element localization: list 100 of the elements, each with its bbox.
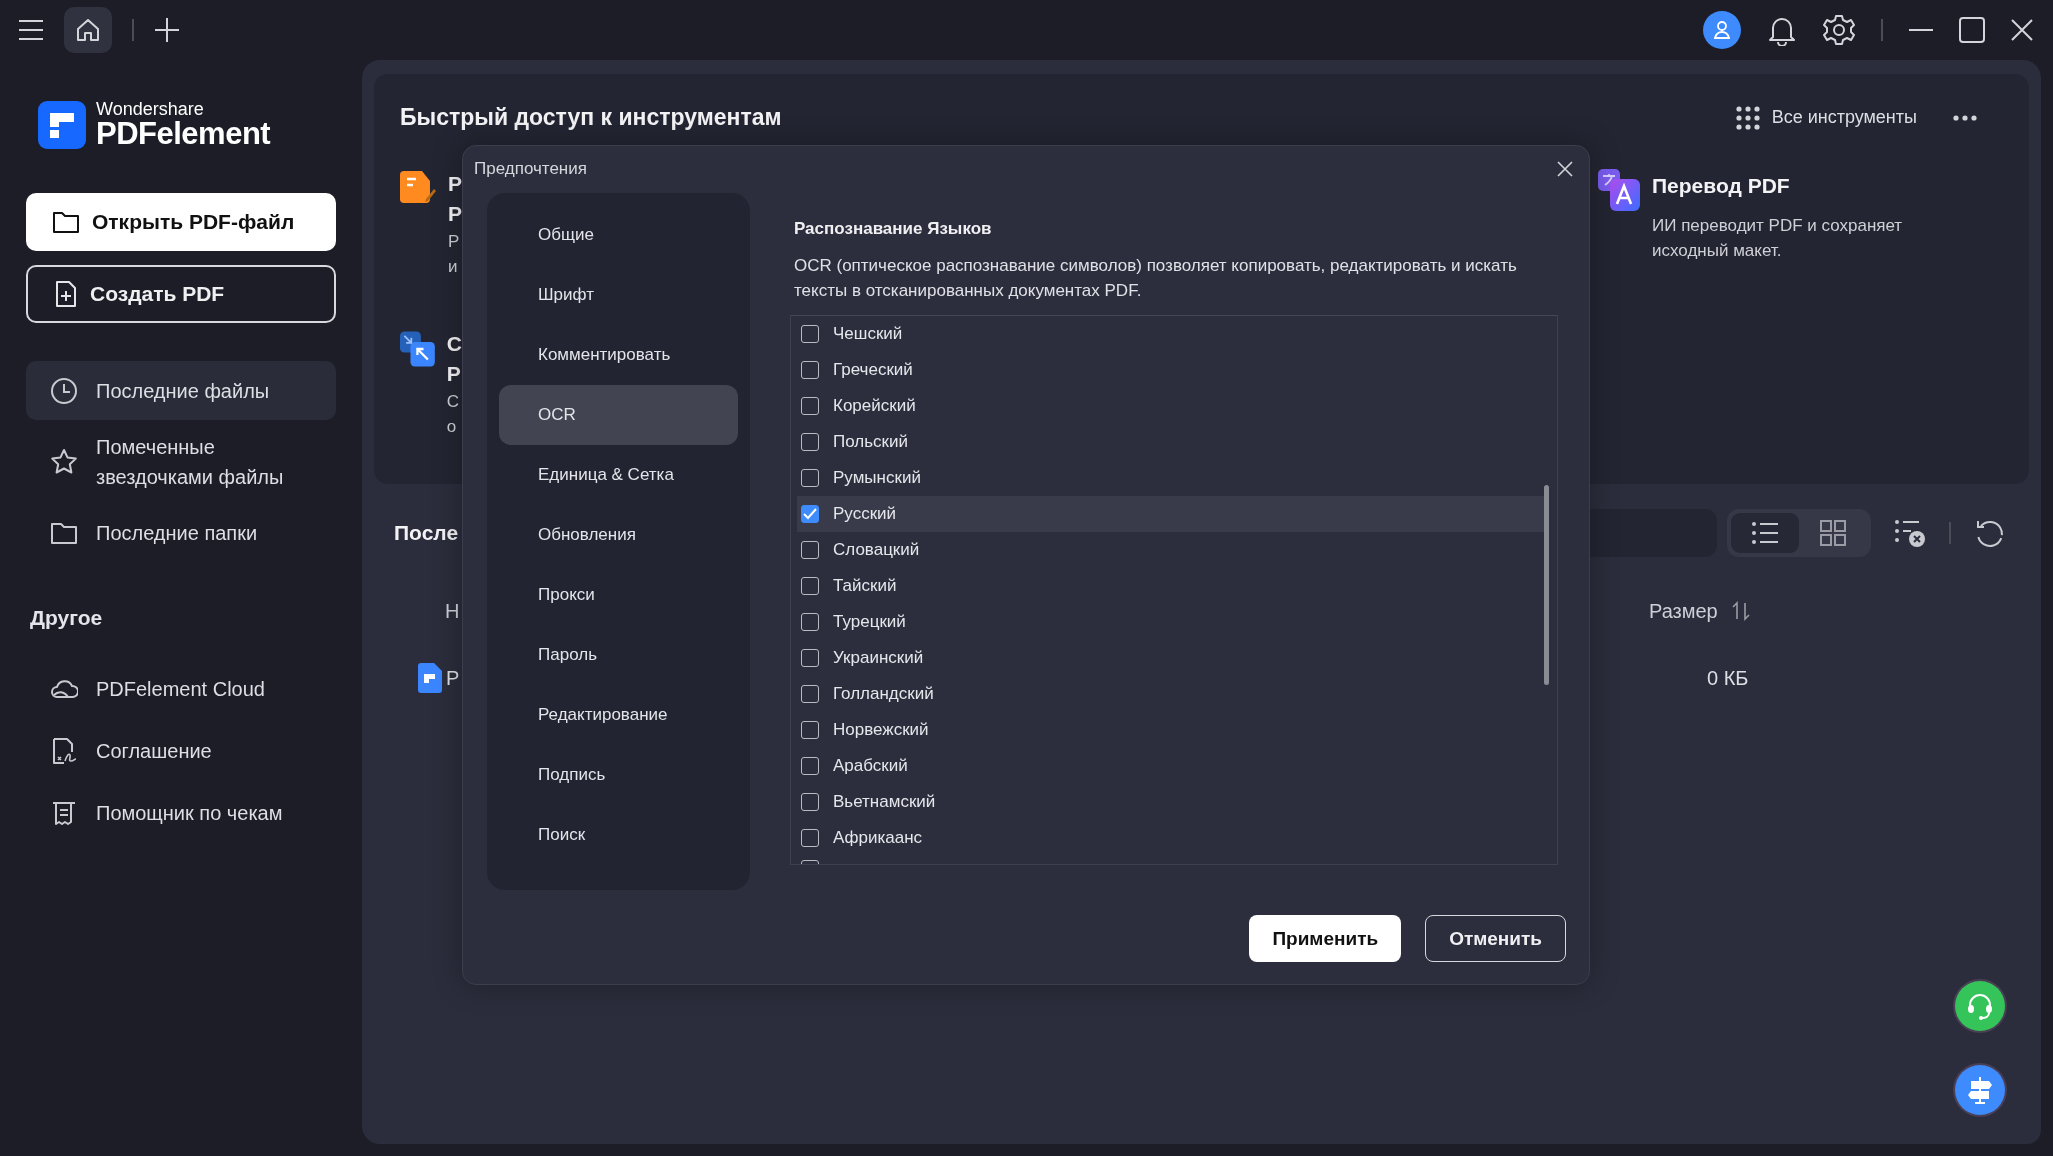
language-label[interactable]: Голландский [833,684,934,704]
sidebar-item[interactable]: Соглашение [26,722,336,780]
headset-icon [1965,991,1995,1021]
checkbox[interactable] [801,433,819,451]
refresh-icon[interactable] [1975,518,2005,548]
settings-nav-item[interactable]: Обновления [499,505,738,565]
clear-list-icon[interactable] [1895,519,1925,547]
plus-icon[interactable] [154,17,180,43]
language-label[interactable]: Украинский [833,648,924,668]
sidebar-item[interactable]: Последние файлы [26,361,336,420]
tool-title: Перевод PDF [1652,173,1791,199]
settings-nav-item[interactable]: OCR [499,385,738,445]
tool-description: ИИ переводит PDF и сохраняет исходный макет. [1652,215,1903,262]
settings-nav-item[interactable]: Шрифт [499,265,738,325]
guide-button[interactable] [1955,1065,2005,1115]
checkbox[interactable] [801,613,819,631]
brand-name: Wondershare [96,100,205,118]
minimize-icon[interactable] [1909,28,1933,32]
home-button[interactable] [64,7,112,53]
cancel-button[interactable]: Отменить [1425,915,1566,962]
language-label[interactable]: Арабский [833,756,908,776]
settings-nav-item[interactable]: Единица & Сетка [499,445,738,505]
settings-nav-item[interactable]: Подпись [499,745,738,805]
sidebar-item[interactable]: Помеченные звездочками файлы [26,424,336,500]
settings-nav-item[interactable]: Общие [499,205,738,265]
language-label[interactable]: Румынский [833,468,921,488]
check-icon [803,508,817,520]
maximize-icon[interactable] [1959,17,1985,43]
checkbox[interactable] [801,505,819,523]
language-label[interactable]: Африкаанс [833,828,923,848]
language-label[interactable]: Вьетнамский [833,792,936,812]
section-title: Быстрый доступ к инструментам [400,104,782,131]
signpost-icon [1965,1075,1995,1105]
section-description: OCR (оптическое распознавание символов) позволяет копировать, редактировать и искать тексты в отсканированных документах PDF. [794,255,1518,302]
support-button[interactable] [1955,981,2005,1031]
list-view-button[interactable] [1731,513,1799,553]
tool-description: С [446,391,461,413]
checkbox[interactable] [801,649,819,667]
file-size: 0 КБ [1707,666,1749,690]
folder-icon [52,210,80,234]
dialog-title: Предпочтения [474,159,587,179]
tool-title: Р [446,361,462,387]
sidebar-item[interactable]: PDFelement Cloud [26,660,336,718]
clock-icon [50,376,78,405]
settings-nav-item[interactable]: Комментировать [499,325,738,385]
sidebar-item[interactable]: Последние папки [26,504,336,562]
settings-nav-item[interactable]: Редактирование [499,685,738,745]
checkbox[interactable] [801,361,819,379]
tool-description: о [446,416,458,438]
checkbox[interactable] [801,541,819,559]
checkbox[interactable] [801,721,819,739]
pdf-file-icon [418,663,442,693]
sidebar-item[interactable]: Помощник по чекам [26,784,336,842]
add-file-icon [54,280,78,308]
language-label[interactable]: Тайский [833,576,897,596]
product-name: PDFelement [96,118,271,149]
language-label[interactable]: Словацкий [833,540,920,560]
home-icon [74,16,102,44]
scrollbar[interactable] [1544,485,1549,685]
language-label[interactable]: Чешский [833,324,903,344]
checkbox[interactable] [801,397,819,415]
receipt-icon [50,799,78,827]
logo-icon [38,100,86,149]
tool-description: Р [448,231,461,253]
settings-nav-item[interactable]: Поиск [499,805,738,865]
checkbox[interactable] [801,469,819,487]
settings-nav-item[interactable]: Пароль [499,625,738,685]
checkbox[interactable] [801,685,819,703]
language-label[interactable]: Корейский [833,396,916,416]
language-label[interactable]: Русский [833,504,897,524]
open-file-button[interactable]: Открыть PDF-файл [26,193,336,251]
avatar-icon[interactable] [1703,11,1741,49]
compress-tool-icon[interactable] [400,329,435,369]
menu-icon[interactable] [18,19,44,41]
language-label[interactable]: Греческий [833,360,913,380]
checkbox[interactable] [801,757,819,775]
checkbox[interactable] [801,829,819,847]
tool-title: С [446,331,462,357]
column-header[interactable]: Размер [1649,599,1718,623]
tool-title: Р [448,171,462,197]
sort-icon[interactable] [1731,601,1750,621]
checkbox[interactable] [801,793,819,811]
close-icon[interactable] [1557,161,1573,177]
close-icon[interactable] [2011,19,2033,41]
create-pdf-button[interactable]: Создать PDF [26,265,336,323]
tool-description: и [448,256,459,278]
all-tools-link[interactable]: Все инструменты [1735,105,1917,130]
settings-icon[interactable] [1823,14,1855,46]
language-label[interactable]: Норвежский [833,720,929,740]
checkbox[interactable] [801,577,819,595]
more-icon[interactable] [1953,114,1977,121]
apply-button[interactable]: Применить [1249,915,1402,962]
star-icon [50,448,78,476]
translate-tool-icon[interactable] [1598,169,1640,211]
section-title: Другое [30,606,104,630]
language-label[interactable]: Турецкий [833,612,906,632]
settings-nav-item[interactable]: Прокси [499,565,738,625]
tool-title: Р [448,201,462,227]
checkbox[interactable] [801,325,819,343]
language-label[interactable]: Польский [833,432,908,452]
